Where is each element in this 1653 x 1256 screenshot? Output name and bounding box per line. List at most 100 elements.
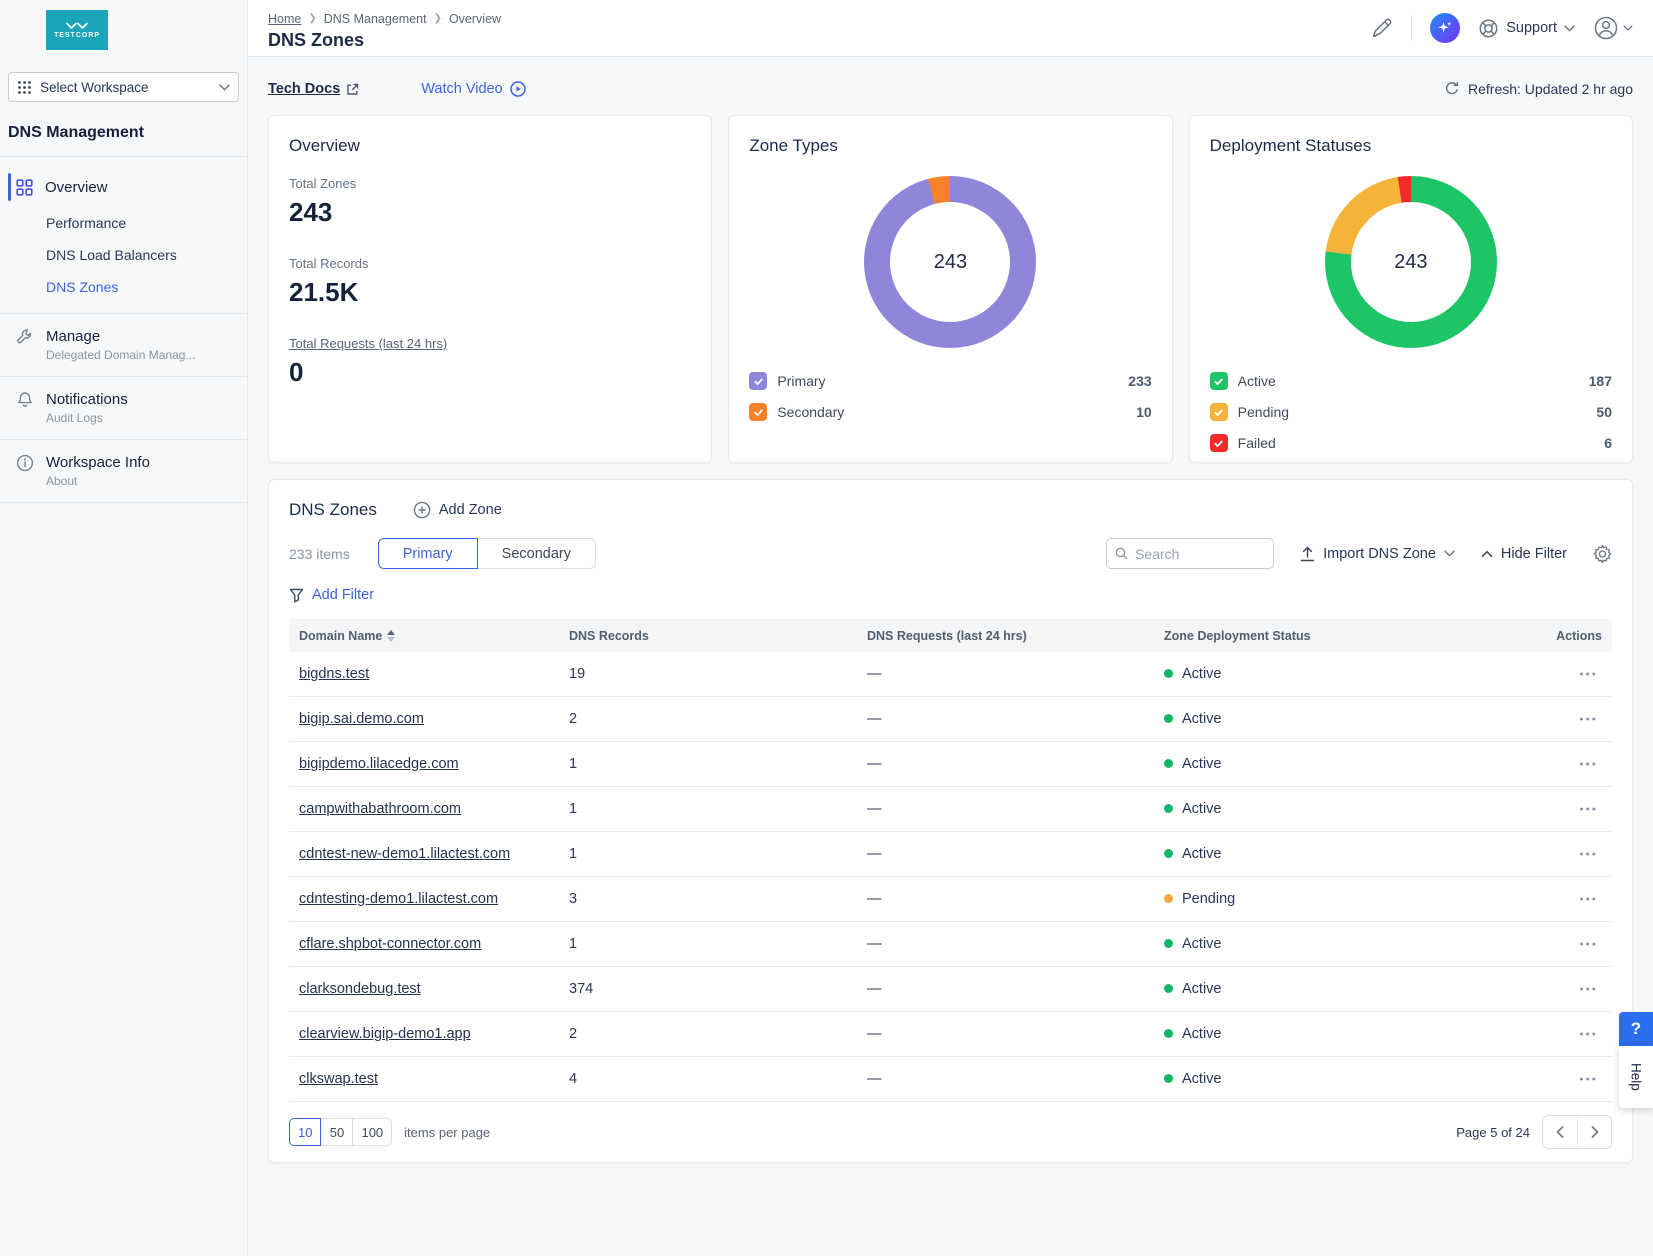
import-dns-zone-button[interactable]: Import DNS Zone	[1300, 546, 1455, 562]
sidebar-section-workspace-info[interactable]: Workspace Info About	[0, 439, 247, 503]
legend-checkbox[interactable]	[1210, 403, 1228, 421]
header-actions: Support	[1371, 13, 1633, 43]
legend-checkbox[interactable]	[749, 403, 767, 421]
chevron-down-icon	[1623, 25, 1633, 31]
status-dot	[1164, 1029, 1173, 1038]
column-header-domain-name[interactable]: Domain Name	[289, 629, 559, 643]
add-zone-button[interactable]: Add Zone	[413, 501, 502, 519]
tab-primary[interactable]: Primary	[378, 538, 478, 569]
chevron-down-icon	[1564, 25, 1575, 32]
stat-value: 21.5K	[289, 277, 691, 308]
table-row: clearview.bigip-demo1.app 2 — Active ●●●	[289, 1012, 1612, 1057]
next-page-button[interactable]	[1577, 1116, 1611, 1148]
column-header-dns-requests-last-24-hrs-: DNS Requests (last 24 hrs)	[857, 629, 1154, 643]
legend-checkbox[interactable]	[749, 372, 767, 390]
stat-value: 0	[289, 357, 691, 388]
tech-docs-link[interactable]: Tech Docs	[268, 81, 359, 97]
add-zone-label: Add Zone	[439, 502, 502, 518]
row-actions-button[interactable]: ●●●	[1575, 804, 1602, 815]
row-actions-button[interactable]: ●●●	[1575, 894, 1602, 905]
legend-item-primary: Primary 233	[749, 370, 1151, 392]
avatar-icon	[1593, 15, 1619, 41]
section-label: Manage	[46, 328, 195, 345]
sidebar-section-manage[interactable]: Manage Delegated Domain Manag...	[0, 313, 247, 376]
sidebar-item-label: Overview	[45, 179, 108, 196]
status-dot	[1164, 759, 1173, 768]
status-dot	[1164, 849, 1173, 858]
domain-link[interactable]: bigip.sai.demo.com	[299, 711, 424, 727]
chevron-down-icon	[219, 84, 230, 91]
sidebar-item-dns-load-balancers[interactable]: DNS Load Balancers	[0, 239, 247, 271]
table-row: bigipdemo.lilacedge.com 1 — Active ●●●	[289, 742, 1612, 787]
page-size-50[interactable]: 50	[321, 1118, 353, 1146]
legend-checkbox[interactable]	[1210, 372, 1228, 390]
status-cell: Active	[1154, 846, 1474, 862]
filter-funnel-icon	[289, 588, 304, 603]
search-input[interactable]	[1135, 546, 1265, 562]
table-row: cflare.shpbot-connector.com 1 — Active ●…	[289, 922, 1612, 967]
grid-dots-icon	[17, 80, 32, 95]
row-actions-button[interactable]: ●●●	[1575, 669, 1602, 680]
refresh-button[interactable]: Refresh: Updated 2 hr ago	[1444, 81, 1633, 97]
zone-types-legend: Primary 233 Secondary 10	[749, 370, 1151, 423]
domain-link[interactable]: clkswap.test	[299, 1071, 378, 1087]
donut-hole: 243	[890, 202, 1010, 322]
ai-assistant-button[interactable]	[1430, 13, 1460, 43]
help-question-button[interactable]: ?	[1619, 1012, 1653, 1046]
breadcrumb-page: Overview	[449, 12, 501, 26]
page-size-100[interactable]: 100	[353, 1118, 392, 1146]
domain-link[interactable]: cdntest-new-demo1.lilactest.com	[299, 846, 510, 862]
sidebar-item-overview[interactable]: Overview	[0, 167, 247, 207]
domain-link[interactable]: bigdns.test	[299, 666, 369, 682]
support-lifebuoy-icon	[1478, 18, 1499, 39]
dns-records-cell: 3	[559, 891, 857, 907]
sort-icon[interactable]	[387, 630, 395, 642]
workspace-selector[interactable]: Select Workspace	[8, 72, 239, 102]
domain-link[interactable]: cflare.shpbot-connector.com	[299, 936, 481, 952]
breadcrumb-home-link[interactable]: Home	[268, 12, 301, 26]
row-actions-button[interactable]: ●●●	[1575, 759, 1602, 770]
legend-item-pending: Pending 50	[1210, 401, 1612, 423]
legend-value: 10	[1136, 404, 1152, 420]
legend-item-failed: Failed 6	[1210, 432, 1612, 454]
search-box[interactable]	[1106, 538, 1274, 569]
support-menu[interactable]: Support	[1478, 18, 1575, 39]
breadcrumb-block: Home ❯ DNS Management ❯ Overview DNS Zon…	[268, 6, 501, 51]
user-menu[interactable]	[1593, 15, 1633, 41]
add-filter-button[interactable]: Add Filter	[289, 587, 1612, 603]
gear-icon[interactable]	[1593, 544, 1612, 563]
help-tab[interactable]: Help	[1619, 1046, 1653, 1108]
row-actions-button[interactable]: ●●●	[1575, 984, 1602, 995]
watch-video-link[interactable]: Watch Video	[421, 81, 525, 97]
row-actions-button[interactable]: ●●●	[1575, 1029, 1602, 1040]
legend-checkbox[interactable]	[1210, 434, 1228, 452]
brush-icon[interactable]	[1371, 17, 1393, 39]
deployment-statuses-card: Deployment Statuses 243 Active 187	[1189, 115, 1633, 463]
page-nav	[1542, 1115, 1612, 1149]
row-actions-button[interactable]: ●●●	[1575, 1074, 1602, 1085]
sidebar-item-dns-zones[interactable]: DNS Zones	[0, 271, 247, 303]
sidebar-item-performance[interactable]: Performance	[0, 207, 247, 239]
row-actions-button[interactable]: ●●●	[1575, 939, 1602, 950]
table-controls: 233 items PrimarySecondary Import DNS Zo…	[289, 538, 1612, 569]
status-cell: Active	[1154, 711, 1474, 727]
hide-filter-button[interactable]: Hide Filter	[1481, 546, 1567, 562]
domain-link[interactable]: clearview.bigip-demo1.app	[299, 1026, 471, 1042]
tab-secondary[interactable]: Secondary	[478, 538, 596, 569]
domain-link[interactable]: campwithabathroom.com	[299, 801, 461, 817]
refresh-label: Refresh: Updated 2 hr ago	[1468, 81, 1633, 97]
status-dot	[1164, 1074, 1173, 1083]
page-size-selector: 1050100	[289, 1118, 392, 1146]
sidebar-section-notifications[interactable]: Notifications Audit Logs	[0, 376, 247, 439]
divider	[1411, 15, 1412, 41]
total-requests-link[interactable]: Total Requests (last 24 hrs)	[289, 336, 691, 351]
breadcrumb-section[interactable]: DNS Management	[324, 12, 427, 26]
row-actions-button[interactable]: ●●●	[1575, 714, 1602, 725]
status-cell: Active	[1154, 981, 1474, 997]
prev-page-button[interactable]	[1543, 1116, 1577, 1148]
row-actions-button[interactable]: ●●●	[1575, 849, 1602, 860]
page-size-10[interactable]: 10	[289, 1118, 321, 1146]
domain-link[interactable]: bigipdemo.lilacedge.com	[299, 756, 459, 772]
domain-link[interactable]: clarksondebug.test	[299, 981, 421, 997]
domain-link[interactable]: cdntesting-demo1.lilactest.com	[299, 891, 498, 907]
